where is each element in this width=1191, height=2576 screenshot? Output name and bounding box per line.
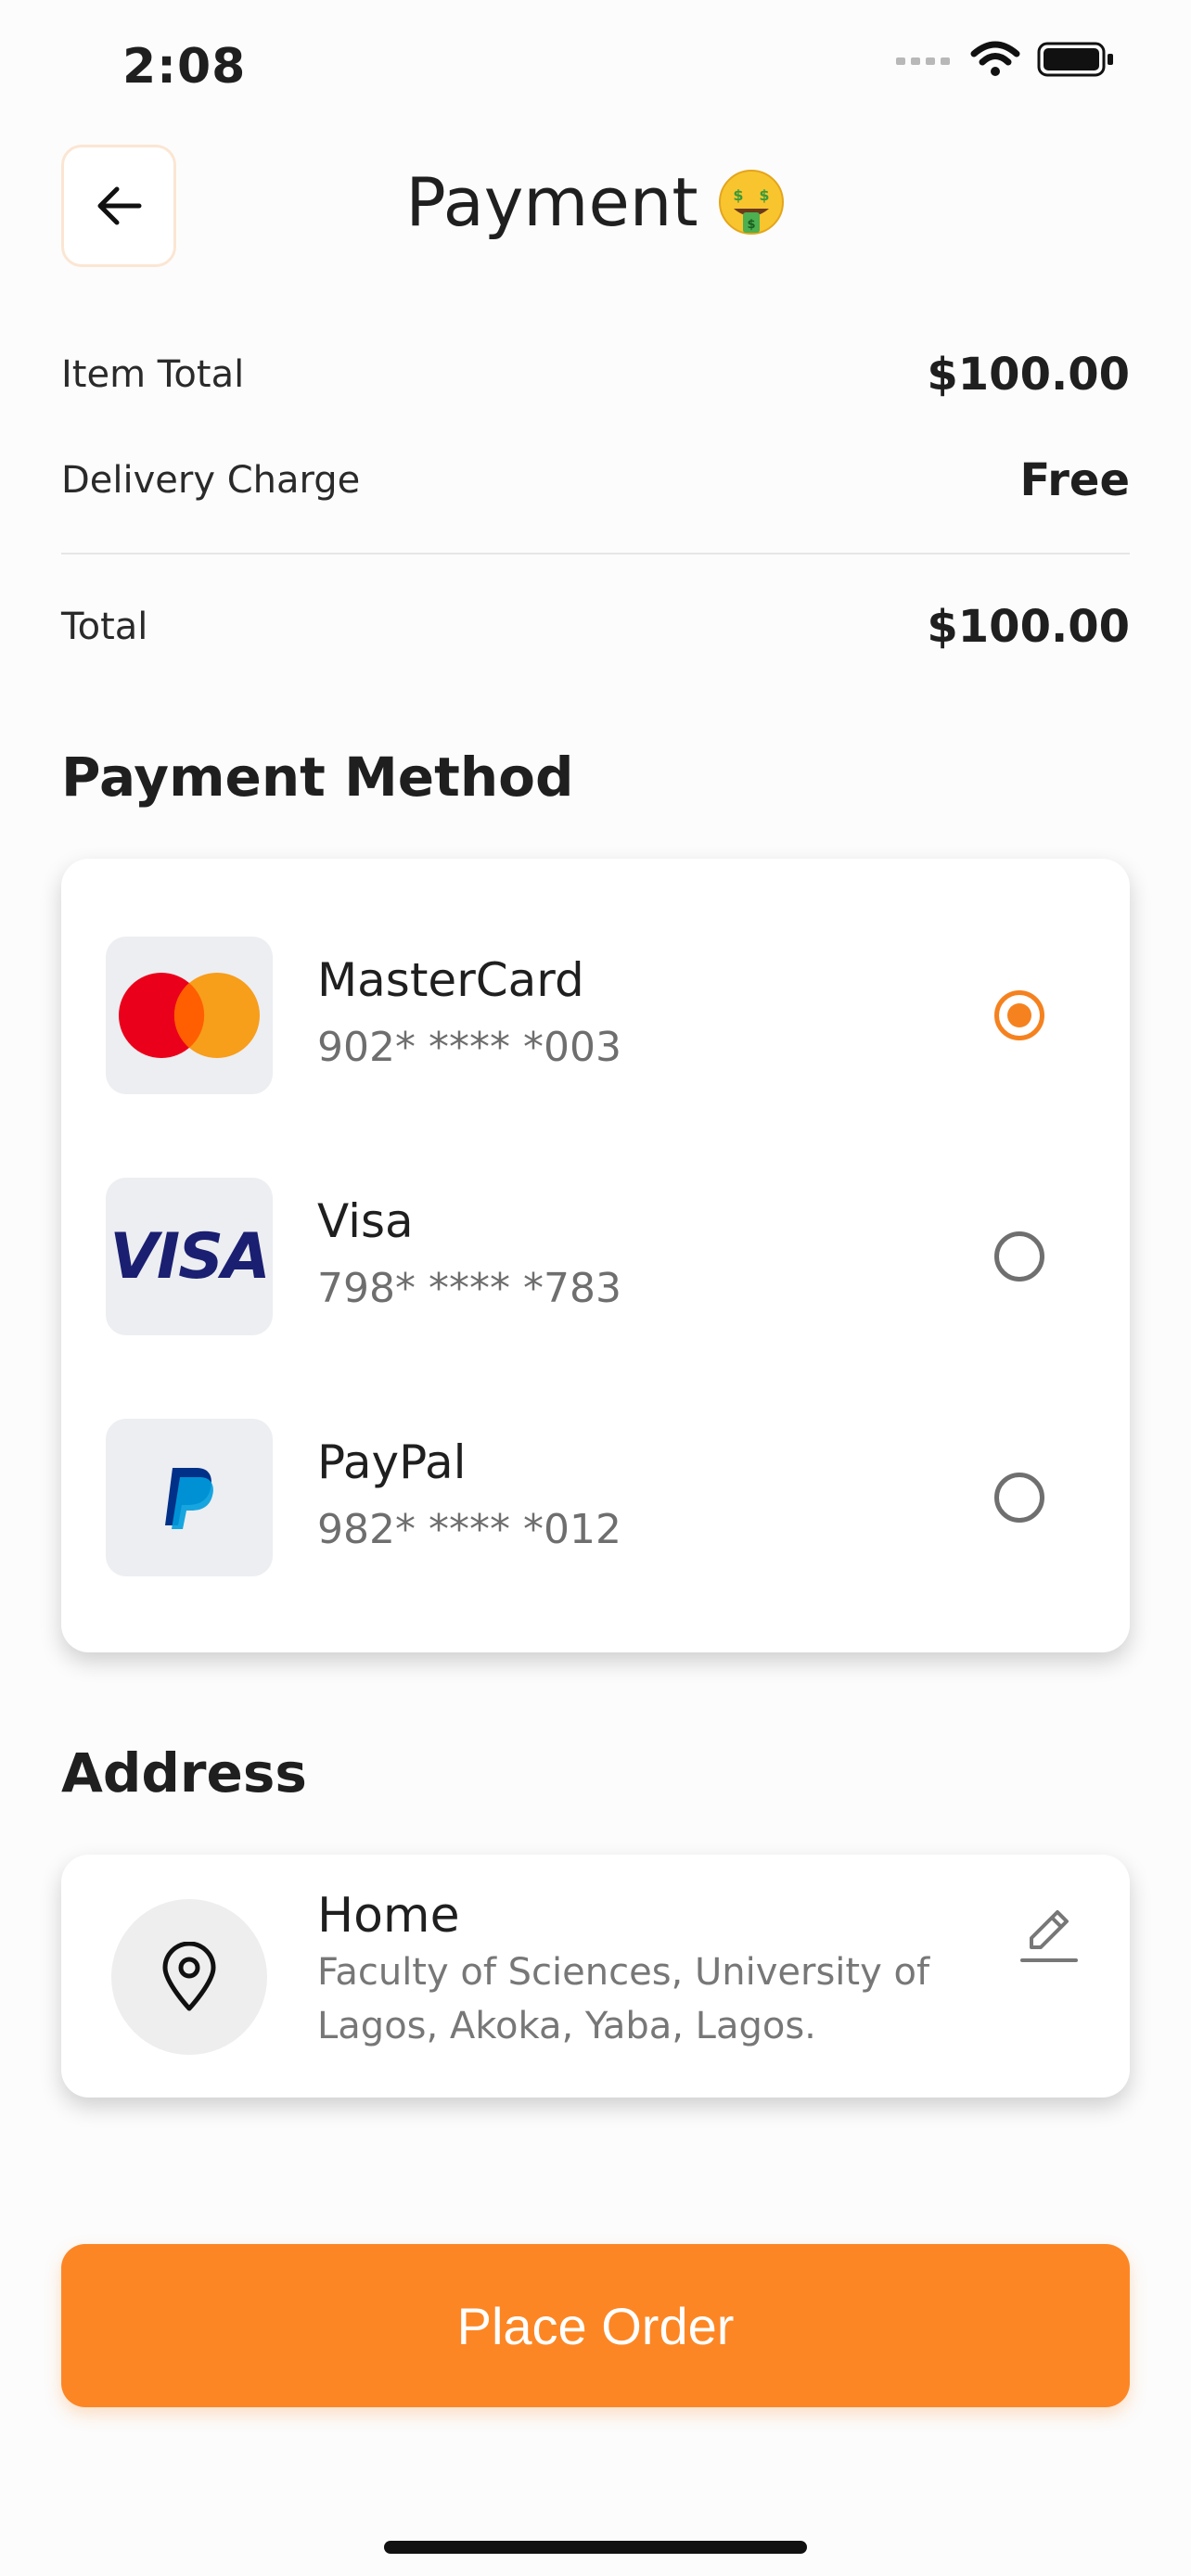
item-total-value: $100.00 bbox=[927, 349, 1130, 401]
page-header: Payment $ $ $ bbox=[0, 163, 1191, 241]
wifi-icon bbox=[970, 41, 1020, 76]
summary-divider bbox=[61, 553, 1130, 555]
payment-method-title: Payment Method bbox=[61, 746, 574, 809]
status-bar: 2:08 bbox=[0, 0, 1191, 130]
svg-text:$: $ bbox=[733, 186, 743, 204]
visa-wordmark: VISA bbox=[109, 1219, 271, 1294]
delivery-charge-value: Free bbox=[1019, 454, 1131, 506]
address-name: Home bbox=[317, 1888, 460, 1944]
location-pin-icon bbox=[162, 1942, 216, 2011]
payment-method-mastercard[interactable]: MasterCard 902* **** *003 bbox=[106, 937, 1085, 1094]
item-total-row: Item Total $100.00 bbox=[61, 349, 1130, 401]
paypal-logo bbox=[106, 1419, 273, 1576]
radio-unselected[interactable] bbox=[994, 1231, 1044, 1282]
signal-icon bbox=[896, 57, 950, 65]
method-name: PayPal bbox=[317, 1435, 467, 1489]
page-title: Payment bbox=[405, 163, 698, 241]
delivery-charge-row: Delivery Charge Free bbox=[61, 454, 1130, 506]
location-pin-badge bbox=[111, 1899, 267, 2055]
address-text: Faculty of Sciences, University of Lagos… bbox=[317, 1951, 930, 2047]
method-number: 798* **** *783 bbox=[317, 1265, 621, 1312]
total-row: Total $100.00 bbox=[61, 601, 1130, 653]
mastercard-logo bbox=[106, 937, 273, 1094]
method-name: Visa bbox=[317, 1194, 414, 1248]
method-number: 982* **** *012 bbox=[317, 1506, 621, 1553]
total-label: Total bbox=[61, 606, 148, 648]
place-order-button[interactable]: Place Order bbox=[61, 2244, 1130, 2407]
radio-unselected[interactable] bbox=[994, 1473, 1044, 1523]
battery-icon bbox=[1037, 42, 1113, 77]
delivery-charge-label: Delivery Charge bbox=[61, 459, 361, 502]
method-name: MasterCard bbox=[317, 953, 584, 1007]
svg-text:$: $ bbox=[759, 186, 769, 204]
status-icons bbox=[896, 41, 1115, 78]
address-title: Address bbox=[61, 1741, 307, 1804]
total-value: $100.00 bbox=[927, 601, 1130, 653]
svg-text:$: $ bbox=[747, 218, 755, 232]
money-mouth-face-icon: $ $ $ bbox=[718, 170, 784, 235]
item-total-label: Item Total bbox=[61, 353, 245, 396]
edit-pencil-icon[interactable] bbox=[1017, 1903, 1082, 1968]
radio-selected[interactable] bbox=[994, 990, 1044, 1040]
payment-method-visa[interactable]: VISA Visa 798* **** *783 bbox=[106, 1178, 1085, 1335]
method-number: 902* **** *003 bbox=[317, 1024, 621, 1071]
home-indicator bbox=[384, 2541, 807, 2554]
address-card[interactable]: Home Faculty of Sciences, University of … bbox=[61, 1855, 1130, 2098]
visa-logo: VISA bbox=[106, 1178, 273, 1335]
status-time: 2:08 bbox=[122, 39, 247, 95]
payment-method-paypal[interactable]: PayPal 982* **** *012 bbox=[106, 1419, 1085, 1576]
payment-methods-card: MasterCard 902* **** *003 VISA Visa 798*… bbox=[61, 859, 1130, 1652]
